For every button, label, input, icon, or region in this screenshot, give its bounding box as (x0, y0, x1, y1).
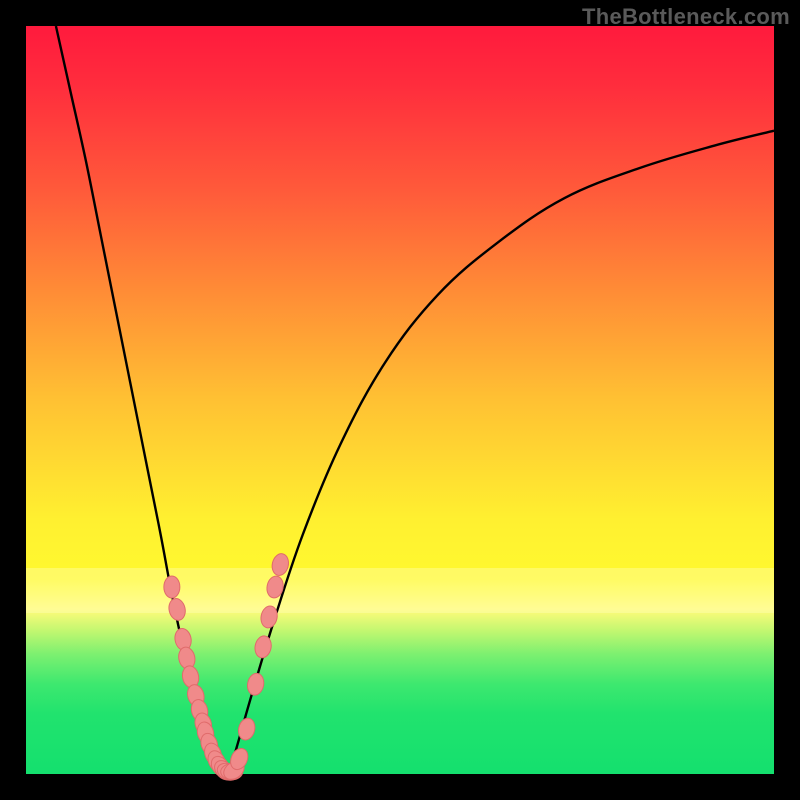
plot-area (26, 26, 774, 774)
left-curve (56, 26, 228, 774)
marker-point (167, 597, 188, 622)
marker-group (164, 552, 291, 784)
right-curve (228, 131, 774, 774)
marker-point (259, 605, 279, 630)
marker-point (164, 576, 180, 598)
marker-point (246, 672, 266, 697)
marker-point (253, 634, 273, 659)
curve-group (56, 26, 774, 774)
marker-point (270, 552, 291, 577)
chart-svg (26, 26, 774, 774)
